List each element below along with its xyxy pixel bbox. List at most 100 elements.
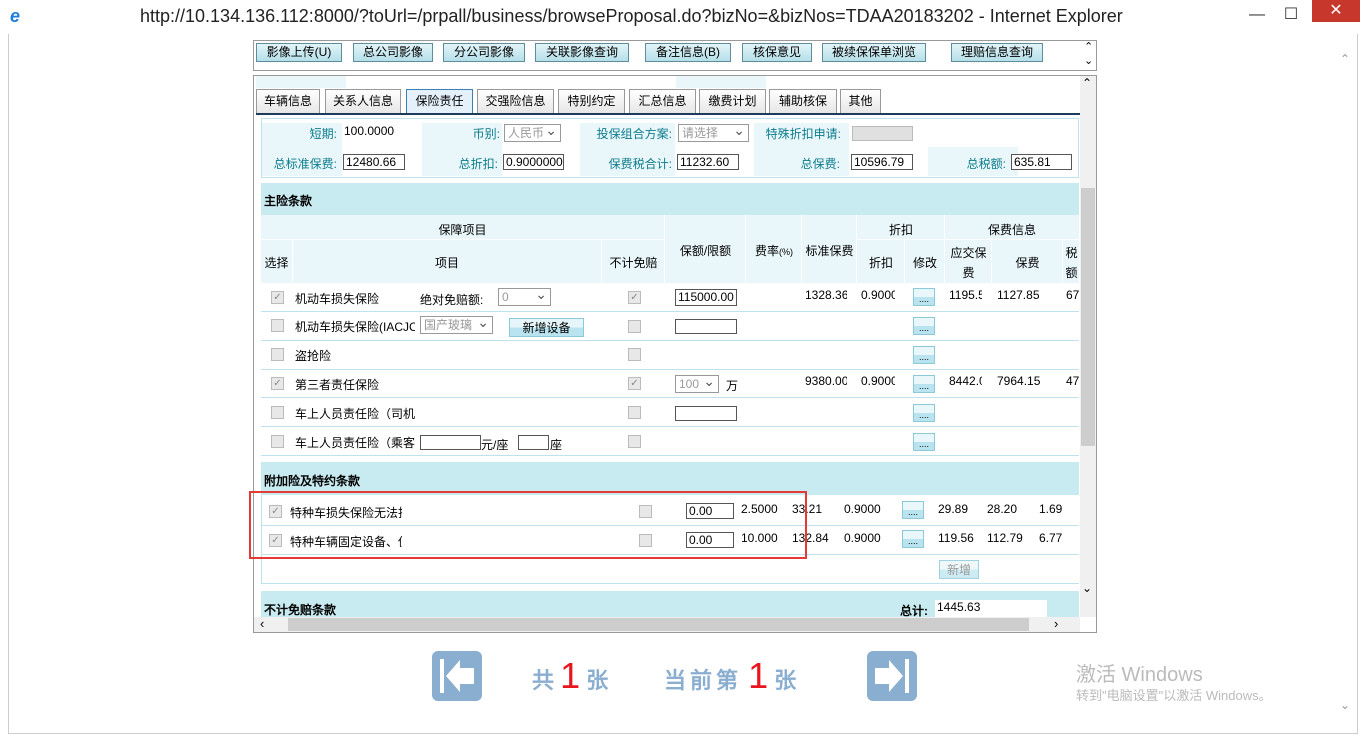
std-premium-field[interactable]: 12480.66: [343, 154, 405, 170]
highlight-box: [249, 491, 807, 559]
nodeduct-checkbox[interactable]: ✓: [628, 377, 641, 390]
tab-payment-plan[interactable]: 缴费计划: [699, 89, 766, 113]
amount-field[interactable]: 115000.00: [675, 289, 737, 306]
addon-tax: 6.77: [1039, 531, 1063, 545]
scroll-down-icon[interactable]: ⌄: [1082, 581, 1092, 595]
premium-value: 1127.85: [997, 288, 1040, 302]
minimize-button[interactable]: —: [1242, 4, 1272, 26]
due-premium-header: 应交保费: [950, 246, 987, 280]
nodeduct-header: 不计免赔: [609, 256, 658, 270]
previous-page-button[interactable]: [432, 651, 482, 701]
nodeduct-checkbox[interactable]: [628, 348, 641, 361]
horizontal-scroll-thumb[interactable]: [288, 618, 1029, 631]
per-seat-unit: 元/座: [481, 438, 509, 452]
renewal-policy-browse-button[interactable]: 被续保保单浏览: [822, 43, 926, 62]
modify-button[interactable]: ....: [913, 288, 935, 306]
claims-query-button[interactable]: 理赔信息查询: [951, 43, 1043, 62]
branch-image-button[interactable]: 分公司影像: [443, 43, 525, 62]
coverage-header: 保障项目: [438, 223, 487, 237]
vertical-scroll-thumb[interactable]: [1081, 188, 1095, 446]
discount-value: 0.9000: [861, 288, 895, 302]
underwriting-opinion-button[interactable]: 核保意见: [742, 43, 812, 62]
coverage-name: 车上人员责任险（司机: [295, 407, 416, 421]
window-scroll-down-icon[interactable]: ⌄: [1340, 698, 1350, 712]
tab-underwriting-assist[interactable]: 辅助核保: [769, 89, 837, 113]
glass-type-select[interactable]: 国产玻璃: [420, 316, 493, 334]
scroll-left-icon[interactable]: ‹: [260, 616, 264, 631]
addon-premium: 112.79: [987, 531, 1023, 545]
liability-amount-select[interactable]: 100: [675, 375, 719, 393]
nodeduct-checkbox[interactable]: [628, 320, 641, 333]
scroll-up-icon[interactable]: ⌃: [1082, 76, 1092, 90]
toolbar-scroll-up-icon[interactable]: ⌃: [1084, 40, 1093, 53]
related-image-query-button[interactable]: 关联影像查询: [535, 43, 629, 62]
tab-special-agreement[interactable]: 特别约定: [558, 89, 625, 113]
row-select-checkbox[interactable]: [271, 406, 284, 419]
currency-label: 币别:: [472, 127, 500, 141]
due-premium-value: 8442.0: [949, 374, 982, 388]
tax-total-field[interactable]: 11232.60: [677, 154, 739, 170]
add-equipment-button[interactable]: 新增设备: [509, 318, 584, 337]
maximize-button[interactable]: ☐: [1276, 4, 1306, 26]
nodeduct-checkbox[interactable]: [628, 435, 641, 448]
special-discount-field[interactable]: [852, 126, 913, 141]
horizontal-scrollbar[interactable]: ‹ ›: [254, 616, 1080, 632]
scroll-right-icon[interactable]: ›: [1054, 616, 1058, 631]
nodeduct-checkbox[interactable]: [628, 406, 641, 419]
total-suffix: 张: [586, 668, 609, 693]
row-select-checkbox[interactable]: ✓: [271, 291, 284, 304]
amount-field[interactable]: [675, 319, 737, 334]
toolbar-scroll-down-icon[interactable]: ⌄: [1084, 54, 1093, 67]
modify-button[interactable]: ....: [913, 433, 935, 451]
add-addon-button[interactable]: 新增: [939, 560, 979, 579]
addon-premium: 28.20: [987, 502, 1018, 516]
addon-modify-button[interactable]: ....: [902, 530, 924, 548]
modify-button[interactable]: ....: [913, 375, 935, 393]
close-button[interactable]: ✕: [1312, 0, 1360, 22]
total-premium-label: 总保费:: [800, 157, 840, 171]
modify-button[interactable]: ....: [913, 317, 935, 335]
tab-vehicle-info[interactable]: 车辆信息: [256, 89, 320, 113]
tab-summary[interactable]: 汇总信息: [629, 89, 696, 113]
deductible-select[interactable]: 0: [498, 288, 551, 306]
coverage-name: 第三者责任保险: [295, 378, 380, 392]
amount-field[interactable]: [675, 406, 737, 421]
coverage-name: 车上人员责任险（乘客: [295, 436, 416, 450]
item-header: 项目: [434, 256, 459, 270]
image-upload-button[interactable]: 影像上传(U): [256, 43, 342, 62]
rate-unit: (%): [779, 247, 793, 257]
total-discount-field[interactable]: 0.9000000: [503, 154, 564, 170]
modify-button[interactable]: ....: [913, 346, 935, 364]
premium-header: 保费: [1015, 256, 1040, 270]
tab-insurance-liability[interactable]: 保险责任: [406, 89, 473, 114]
plan-select[interactable]: 请选择: [678, 124, 749, 142]
total-tax-field[interactable]: 635.81: [1011, 154, 1072, 170]
row-select-checkbox[interactable]: [271, 435, 284, 448]
nodeduct-checkbox[interactable]: ✓: [628, 291, 641, 304]
row-select-checkbox[interactable]: [271, 348, 284, 361]
window-title: http://10.134.136.112:8000/?toUrl=/prpal…: [140, 6, 1123, 26]
window-scroll-up-icon[interactable]: ⌃: [1340, 52, 1350, 66]
tab-party-info[interactable]: 关系人信息: [325, 89, 401, 113]
seat-count-field[interactable]: [518, 435, 549, 450]
tax-header: 税额: [1065, 246, 1078, 280]
addon-modify-button[interactable]: ....: [902, 501, 924, 519]
head-office-image-button[interactable]: 总公司影像: [353, 43, 433, 62]
modify-header: 修改: [912, 256, 937, 270]
row-select-checkbox[interactable]: [271, 319, 284, 332]
tab-compulsory-insurance[interactable]: 交强险信息: [477, 89, 554, 113]
next-page-button[interactable]: [867, 651, 917, 701]
currency-select[interactable]: 人民币: [504, 124, 561, 142]
vertical-scrollbar[interactable]: ⌃ ⌄: [1080, 76, 1096, 617]
std-premium-header: 标准保费: [805, 244, 854, 258]
ie-logo-icon: e: [10, 6, 21, 26]
plan-label: 投保组合方案:: [596, 127, 672, 141]
row-select-checkbox[interactable]: ✓: [271, 377, 284, 390]
tab-other[interactable]: 其他: [840, 89, 881, 113]
per-seat-amount-field[interactable]: [420, 435, 481, 450]
amount-header: 保额/限额: [679, 244, 732, 258]
total-premium-field[interactable]: 10596.79: [851, 154, 913, 170]
remarks-button[interactable]: 备注信息(B): [645, 43, 731, 62]
modify-button[interactable]: ....: [913, 404, 935, 422]
premium-value: 7964.15: [997, 374, 1041, 388]
